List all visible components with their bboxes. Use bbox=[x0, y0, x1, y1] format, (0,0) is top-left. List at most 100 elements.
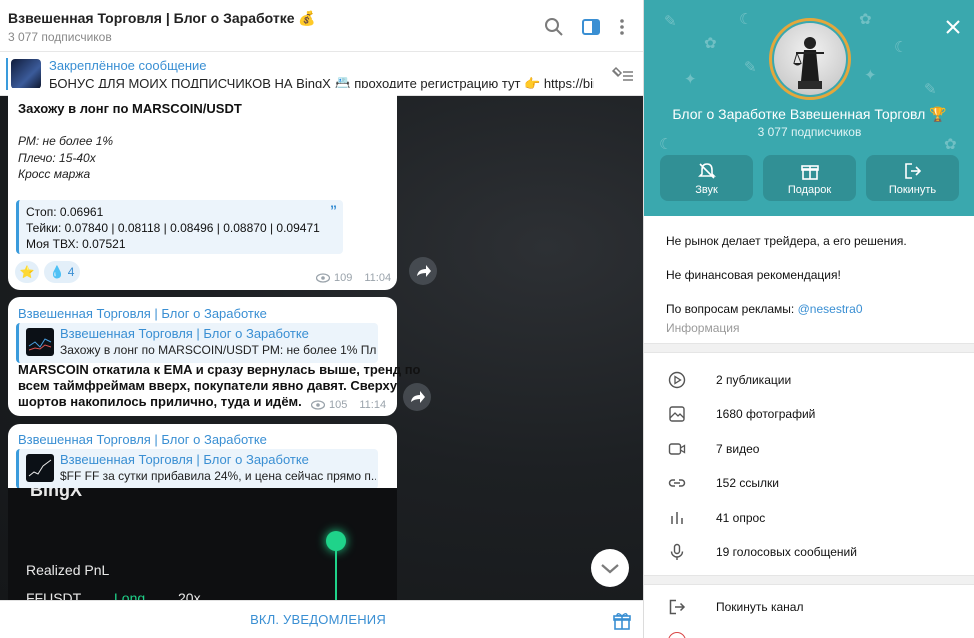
share-icon bbox=[411, 391, 425, 403]
stat-label: 2 публикации bbox=[716, 373, 792, 387]
scroll-down-button[interactable] bbox=[591, 549, 629, 587]
stat-label: 19 голосовых сообщений bbox=[716, 545, 857, 559]
forwarded-preview[interactable]: Взвешенная Торговля | Блог о Заработке $… bbox=[16, 449, 378, 489]
ads-contact-link[interactable]: @nesestra0 bbox=[798, 302, 863, 316]
message-time: 11:04 bbox=[364, 272, 392, 284]
forwarded-text: $FF FF за сутки прибавила 24%, и цена се… bbox=[60, 469, 376, 483]
mic-icon bbox=[670, 543, 684, 560]
leave-button[interactable]: Покинуть bbox=[866, 155, 959, 201]
stat-label: 152 ссылки bbox=[716, 476, 779, 490]
stat-publications[interactable]: 2 публикации bbox=[644, 363, 974, 397]
pattern-icon: ✎ bbox=[664, 13, 677, 30]
section-divider bbox=[644, 575, 974, 585]
reaction-star[interactable]: ⭐ bbox=[15, 261, 39, 283]
gift-button[interactable]: Подарок bbox=[763, 155, 856, 201]
leave-icon bbox=[669, 599, 686, 615]
forwarded-text: Захожу в лонг по MARSCOIN/USDT РМ: не бо… bbox=[60, 343, 376, 357]
reaction-drop[interactable]: 💧 4 bbox=[44, 261, 80, 283]
chart-marker bbox=[326, 531, 346, 551]
pattern-icon: ✦ bbox=[684, 71, 697, 88]
stat-polls[interactable]: 41 опрос bbox=[644, 501, 974, 535]
channel-subscribers: 3 077 подписчиков bbox=[757, 125, 862, 139]
stat-videos[interactable]: 7 видео bbox=[644, 432, 974, 466]
gift-label: Подарок bbox=[787, 184, 832, 196]
gift-icon[interactable] bbox=[612, 611, 632, 631]
forwarded-preview[interactable]: Взвешенная Торговля | Блог о Заработке З… bbox=[16, 323, 378, 363]
more-menu-icon[interactable] bbox=[611, 16, 633, 38]
message-sender[interactable]: Взвешенная Торговля | Блог о Заработке bbox=[18, 432, 267, 447]
message-sender[interactable]: Взвешенная Торговля | Блог о Заработке bbox=[18, 306, 267, 321]
forwarded-title: Взвешенная Торговля | Блог о Заработке bbox=[60, 326, 309, 341]
pnl-label: Realized PnL bbox=[26, 562, 110, 578]
side-label: Long bbox=[114, 590, 146, 600]
promo-image[interactable]: BingX Realized PnL FFUSDT Long 20x bbox=[8, 488, 397, 600]
pattern-icon: ✿ bbox=[859, 11, 872, 28]
unpin-icon[interactable] bbox=[609, 66, 635, 84]
gift-icon bbox=[801, 165, 819, 180]
pair-label: FFUSDT bbox=[26, 590, 82, 600]
stat-label: 1680 фотографий bbox=[716, 407, 816, 421]
message-bubble[interactable]: Захожу в лонг по MARSCOIN/USDT РМ: не бо… bbox=[8, 88, 397, 290]
quote-line: Стоп: 0.06961 bbox=[26, 205, 104, 219]
pinned-thumbnail bbox=[11, 59, 41, 89]
photo-icon bbox=[669, 406, 685, 422]
message-bubble[interactable]: Взвешенная Торговля | Блог о Заработке В… bbox=[8, 424, 397, 496]
leave-channel-label: Покинуть канал bbox=[716, 600, 804, 614]
mute-button[interactable]: Звук bbox=[660, 155, 753, 201]
leave-icon bbox=[905, 163, 922, 179]
message-bubble[interactable]: Взвешенная Торговля | Блог о Заработке В… bbox=[8, 297, 421, 416]
message-body-line: всем таймфреймам вверх, покупатели явно … bbox=[18, 378, 398, 393]
stat-links[interactable]: 152 ссылки bbox=[644, 466, 974, 500]
leave-channel-row[interactable]: Покинуть канал bbox=[644, 590, 974, 624]
pattern-icon: ✎ bbox=[744, 59, 757, 76]
chat-header[interactable]: Взвешенная Торговля | Блог о Заработке 💰… bbox=[0, 0, 643, 52]
sidebar-toggle-icon[interactable] bbox=[580, 16, 602, 38]
views-icon bbox=[311, 400, 325, 410]
views-count: 109 bbox=[334, 272, 353, 284]
description-line: Не рынок делает трейдера, а его решения. bbox=[666, 234, 907, 248]
message-headline: Захожу в лонг по MARSCOIN/USDT bbox=[18, 101, 242, 116]
quote-block: Стоп: 0.06961 Тейки: 0.07840 | 0.08118 |… bbox=[16, 200, 343, 254]
chevron-down-icon bbox=[601, 564, 619, 574]
stat-label: 7 видео bbox=[716, 442, 760, 456]
play-icon bbox=[668, 371, 686, 389]
chat-title[interactable]: Взвешенная Торговля | Блог о Заработке 💰 bbox=[8, 10, 316, 27]
pinned-title: Закреплённое сообщение bbox=[49, 58, 207, 73]
link-icon bbox=[668, 479, 686, 487]
chart-line bbox=[335, 550, 337, 600]
avatar[interactable] bbox=[774, 23, 846, 95]
stat-voice[interactable]: 19 голосовых сообщений bbox=[644, 535, 974, 569]
ads-contact: По вопросам рекламы: @nesestra0 bbox=[666, 302, 863, 316]
pattern-icon: ✦ bbox=[864, 67, 877, 84]
pattern-icon: ✎ bbox=[924, 81, 937, 98]
pattern-icon: ☾ bbox=[894, 39, 908, 56]
views-icon bbox=[316, 273, 330, 283]
message-body-line: шортов накопилось прилично, туда и идём. bbox=[18, 394, 302, 409]
share-button[interactable] bbox=[403, 383, 431, 411]
share-button[interactable] bbox=[409, 257, 437, 285]
leverage-label: 20x bbox=[178, 590, 201, 600]
mute-label: Звук bbox=[695, 184, 718, 196]
bingx-logo: BingX bbox=[30, 488, 82, 500]
close-icon[interactable] bbox=[944, 18, 962, 36]
message-line: РМ: не более 1% bbox=[18, 134, 114, 148]
forwarded-title: Взвешенная Торговля | Блог о Заработке bbox=[60, 452, 309, 467]
message-meta: 105 11:14 bbox=[311, 399, 386, 411]
section-divider bbox=[644, 343, 974, 353]
mute-icon bbox=[698, 163, 716, 179]
enable-notifications-button[interactable]: ВКЛ. УВЕДОМЛЕНИЯ bbox=[0, 601, 636, 638]
channel-name: Блог о Заработке Взвешенная Торговл 🏆 bbox=[672, 106, 947, 122]
search-icon[interactable] bbox=[543, 16, 565, 38]
justice-statue-icon bbox=[793, 37, 824, 89]
message-line: Плечо: 15-40x bbox=[18, 151, 96, 165]
stat-photos[interactable]: 1680 фотографий bbox=[644, 397, 974, 431]
message-time: 11:14 bbox=[359, 399, 387, 411]
views-count: 105 bbox=[329, 399, 348, 411]
poll-icon bbox=[671, 512, 683, 524]
report-icon[interactable] bbox=[668, 632, 686, 638]
message-body-line: MARSCOIN откатила к EMA и сразу вернулас… bbox=[18, 362, 421, 377]
info-label: Информация bbox=[666, 321, 740, 335]
quote-line: Тейки: 0.07840 | 0.08118 | 0.08496 | 0.0… bbox=[26, 221, 320, 235]
channel-info-pane: ✎ ✿ ☾ ✦ ✎ ✿ ☾ ✦ ✎ ☾ ✿ Блог о Заработке В… bbox=[643, 0, 974, 638]
pattern-icon: ☾ bbox=[739, 11, 753, 28]
